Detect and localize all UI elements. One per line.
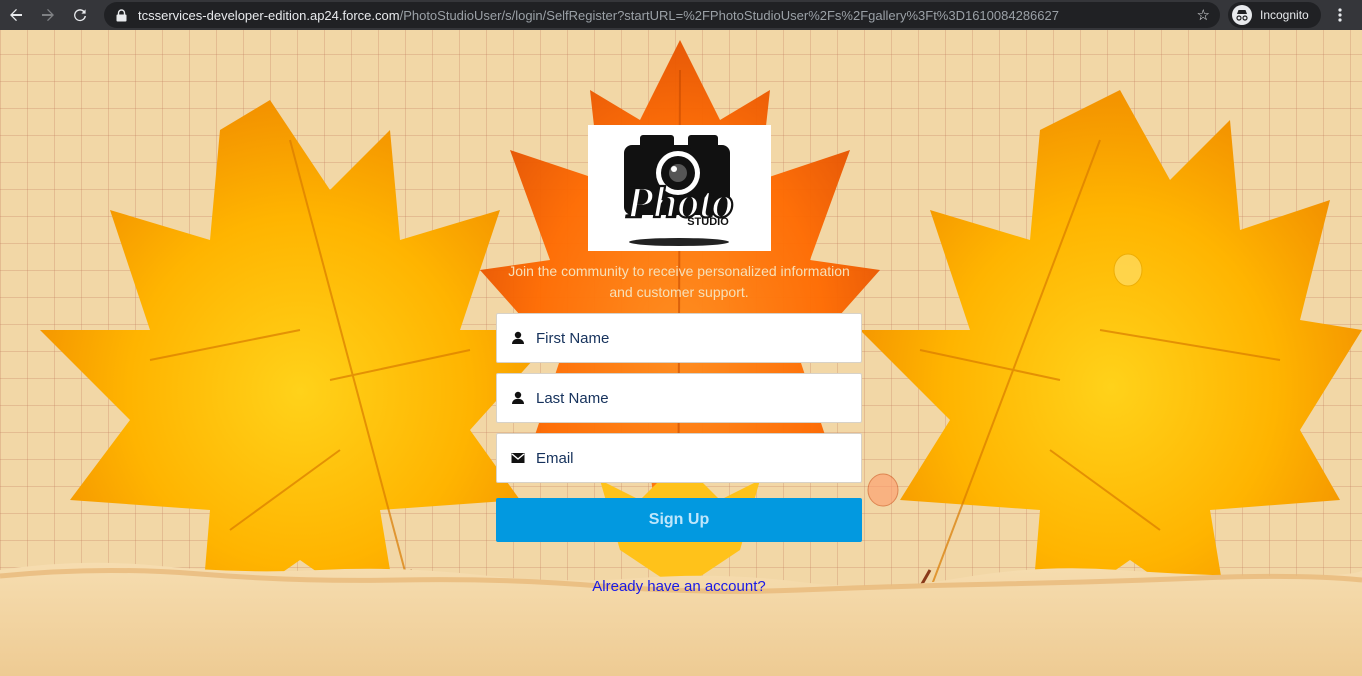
back-button[interactable]: [0, 0, 32, 30]
url-text: tcsservices-developer-edition.ap24.force…: [138, 8, 1059, 23]
bookmark-star-icon[interactable]: ☆: [1197, 6, 1210, 24]
envelope-icon: [510, 450, 526, 466]
reload-icon: [74, 9, 86, 22]
reload-button[interactable]: [64, 0, 96, 30]
last-name-field[interactable]: [496, 373, 862, 423]
forward-button[interactable]: [32, 0, 64, 30]
already-have-account-link[interactable]: Already have an account?: [496, 578, 862, 595]
right-yellow-leaf: [860, 90, 1362, 630]
register-tagline: Join the community to receive personaliz…: [508, 263, 850, 300]
arrow-left-icon: [10, 9, 22, 21]
camera-logo-icon: Photo STUDIO: [624, 135, 735, 246]
user-icon: [510, 330, 526, 346]
address-bar[interactable]: tcsservices-developer-edition.ap24.force…: [104, 2, 1220, 28]
water-drop: [867, 473, 899, 507]
browser-menu-button[interactable]: [1330, 0, 1350, 30]
email-input[interactable]: [536, 449, 836, 467]
arrow-right-icon: [42, 9, 54, 21]
logo-studio-text: STUDIO: [687, 216, 729, 228]
kebab-menu-icon: [1338, 8, 1342, 22]
incognito-icon: [1232, 5, 1252, 25]
url-path: /PhotoStudioUser/s/login/SelfRegister?st…: [399, 7, 1059, 23]
incognito-indicator[interactable]: Incognito: [1228, 2, 1321, 28]
lock-icon: [116, 8, 128, 22]
url-host: tcsservices-developer-edition.ap24.force…: [138, 7, 400, 23]
water-drop: [1113, 253, 1143, 287]
last-name-input[interactable]: [536, 389, 836, 407]
photo-studio-logo: Photo STUDIO: [588, 125, 771, 251]
sign-up-button[interactable]: Sign Up: [496, 498, 862, 542]
user-icon: [510, 390, 526, 406]
incognito-label: Incognito: [1260, 8, 1309, 22]
first-name-input[interactable]: [536, 329, 836, 347]
browser-toolbar: tcsservices-developer-edition.ap24.force…: [0, 0, 1362, 30]
email-field[interactable]: [496, 433, 862, 483]
first-name-field[interactable]: [496, 313, 862, 363]
